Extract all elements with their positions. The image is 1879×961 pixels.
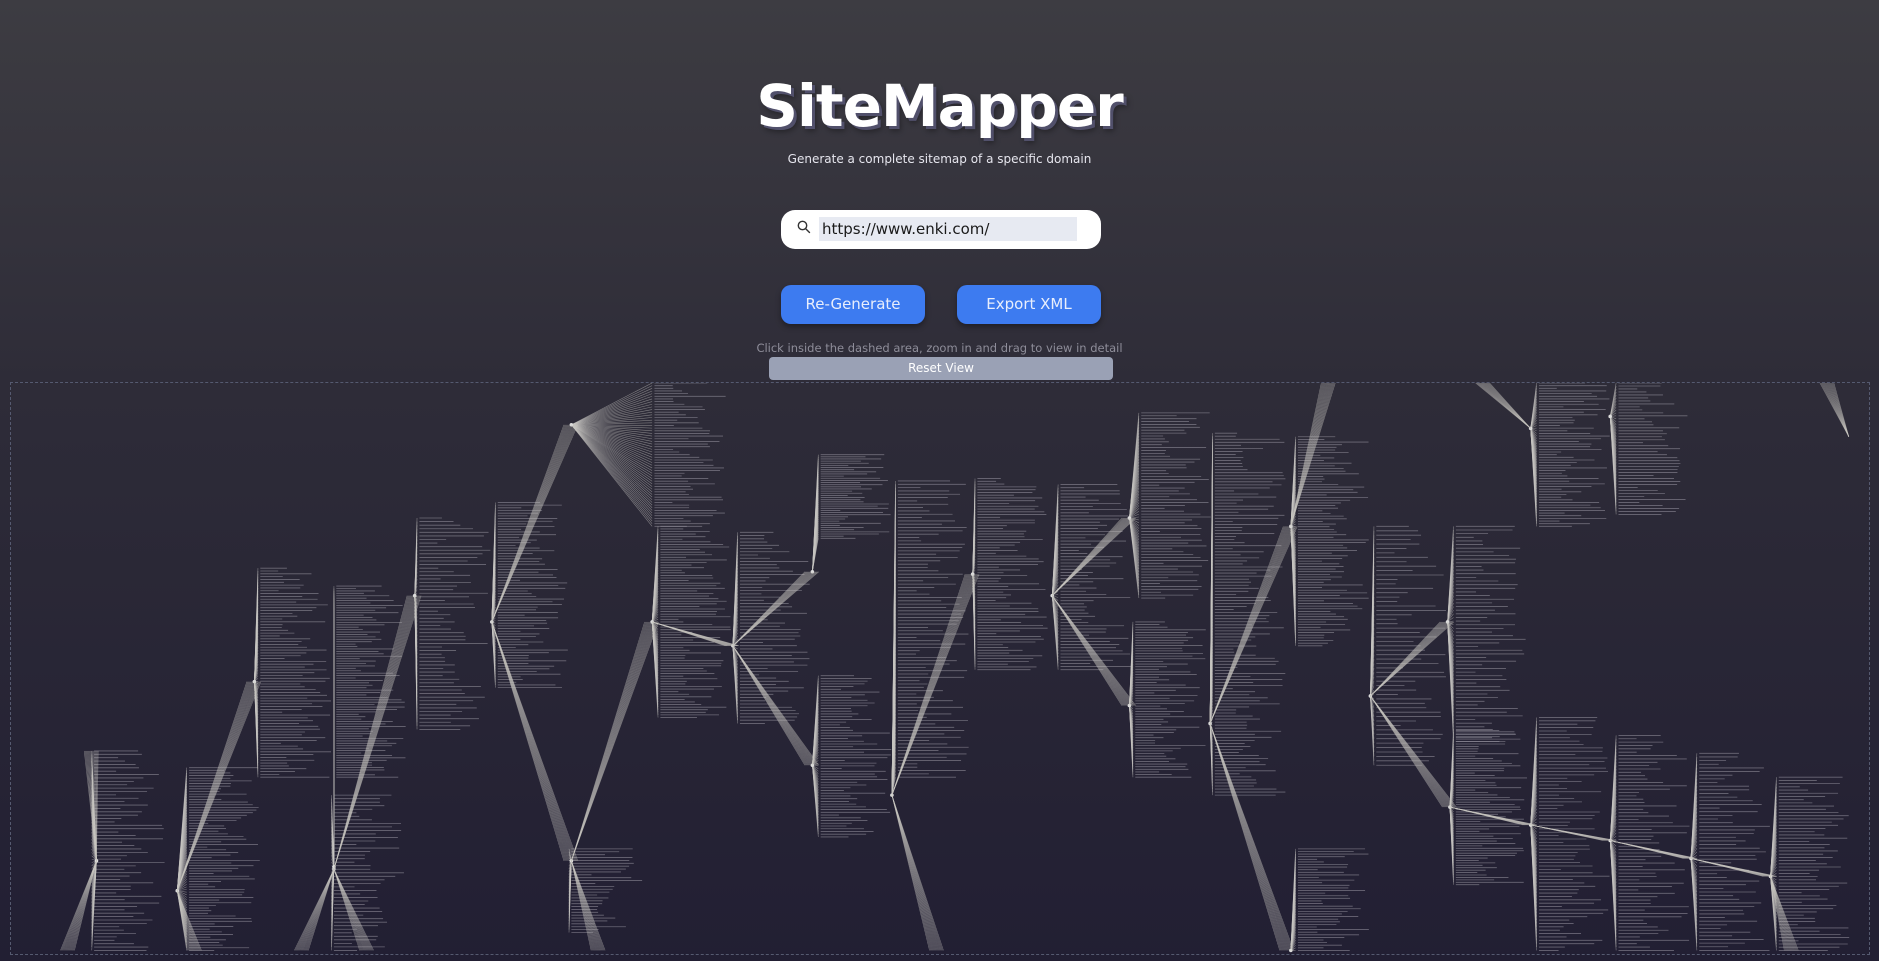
sitemap-branch [1608, 383, 1688, 515]
sitemap-connector [333, 869, 374, 951]
sitemap-connector [491, 621, 579, 861]
sitemap-connector [1475, 383, 1531, 429]
sitemap-connector [1370, 695, 1457, 808]
page: SiteMapper Generate a complete sitemap o… [0, 0, 1879, 961]
sitemap-connector [1290, 383, 1336, 527]
sitemap-connector [294, 869, 335, 951]
sitemap-branch [890, 480, 969, 797]
sitemap-branch [1289, 436, 1369, 647]
sitemap-branch [650, 525, 731, 718]
sitemap-connector [1209, 723, 1294, 951]
sitemap-branch [332, 585, 406, 871]
sitemap-branch [1528, 383, 1610, 527]
sitemap-branch [252, 567, 332, 778]
sitemap-branch [1689, 752, 1770, 951]
app-title: SiteMapper [756, 72, 1124, 140]
zoom-hint: Click inside the dashed area, zoom in an… [756, 341, 1123, 355]
sitemap-branch [1445, 525, 1526, 742]
search-box[interactable] [781, 210, 1101, 249]
sitemap-branch [970, 478, 1048, 671]
sitemap-connector [176, 890, 202, 951]
sitemap-branch [731, 531, 810, 724]
sitemap-canvas[interactable] [10, 382, 1870, 955]
sitemap-branch [331, 794, 404, 951]
reset-view-button[interactable]: Reset View [769, 357, 1113, 380]
regenerate-button[interactable]: Re-Generate [781, 285, 925, 324]
sitemap-connector [60, 860, 97, 951]
sitemap-branch [569, 383, 726, 527]
sitemap-connector [571, 860, 606, 951]
sitemap-branch [1050, 484, 1131, 671]
sitemap-connector [1530, 824, 1617, 841]
sitemap-branch [1289, 848, 1369, 953]
app-subtitle: Generate a complete sitemap of a specifi… [787, 152, 1092, 166]
url-input[interactable] [819, 217, 1077, 241]
sitemap-branch [91, 750, 165, 951]
sitemap-branch [1208, 432, 1286, 796]
sitemap-connector [571, 621, 659, 861]
sitemap-branch [810, 675, 892, 838]
sitemap-branch [1127, 412, 1211, 599]
sitemap-connector [732, 645, 820, 766]
sitemap-tree[interactable] [11, 383, 1869, 954]
sitemap-connector [891, 795, 944, 951]
sitemap-branch [1448, 729, 1527, 886]
sitemap-branch [1368, 525, 1447, 766]
search-icon [797, 220, 811, 234]
sitemap-branch [1127, 621, 1206, 778]
sitemap-branch [810, 454, 891, 574]
sitemap-connector [732, 571, 819, 647]
sitemap-branch [412, 517, 491, 730]
sitemap-branch [1528, 717, 1610, 951]
export-xml-button[interactable]: Export XML [957, 285, 1101, 324]
sitemap-connector [491, 424, 579, 623]
sitemap-connector [83, 750, 99, 861]
sitemap-connector [1819, 383, 1850, 437]
